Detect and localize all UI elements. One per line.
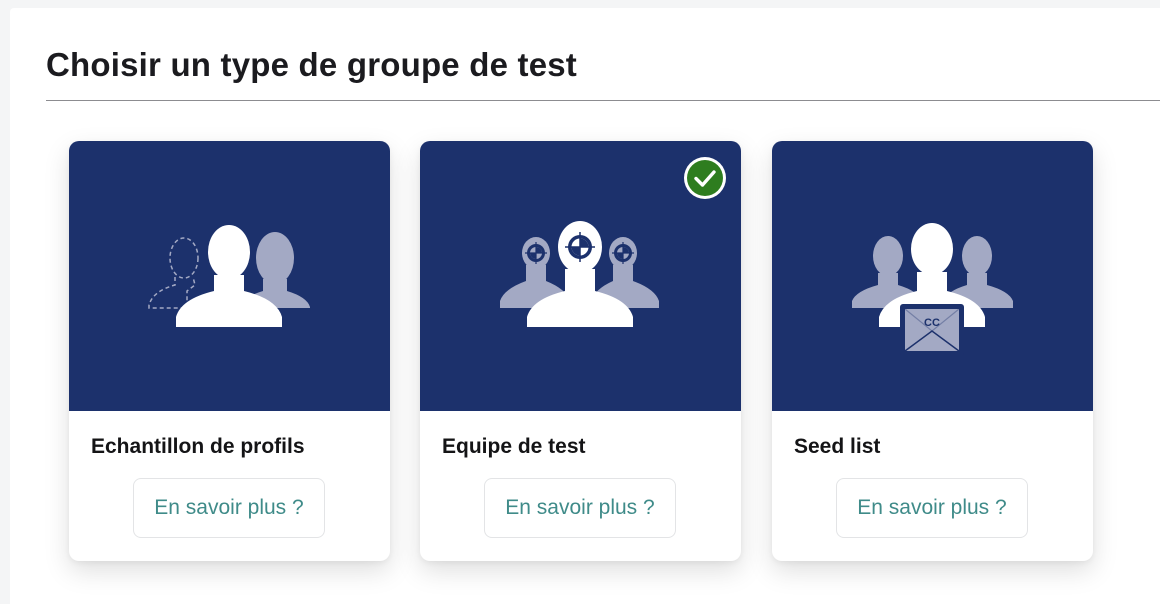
seed-list-icon: CC (852, 223, 1013, 356)
card-title: Echantillon de profils (91, 435, 305, 458)
learn-more-button[interactable]: En savoir plus ? (133, 478, 325, 538)
envelope-cc-label: CC (924, 317, 940, 329)
page-title: Choisir un type de groupe de test (46, 46, 577, 83)
learn-more-button[interactable]: En savoir plus ? (484, 478, 676, 538)
card-test-team[interactable]: Equipe de test En savoir plus ? (420, 141, 741, 561)
profile-sample-icon (148, 225, 310, 327)
selected-check-icon (684, 157, 726, 199)
card-seed-list[interactable]: CC Seed list En savoir plus ? (772, 141, 1093, 561)
main-panel: Choisir un type de groupe de test Echant… (10, 8, 1160, 604)
card-media (420, 141, 741, 411)
title-divider (46, 100, 1160, 101)
card-media (69, 141, 390, 411)
card-title: Seed list (794, 435, 881, 458)
learn-more-button[interactable]: En savoir plus ? (836, 478, 1028, 538)
card-media: CC (772, 141, 1093, 411)
card-profile-sample[interactable]: Echantillon de profils En savoir plus ? (69, 141, 390, 561)
card-title: Equipe de test (442, 435, 586, 458)
